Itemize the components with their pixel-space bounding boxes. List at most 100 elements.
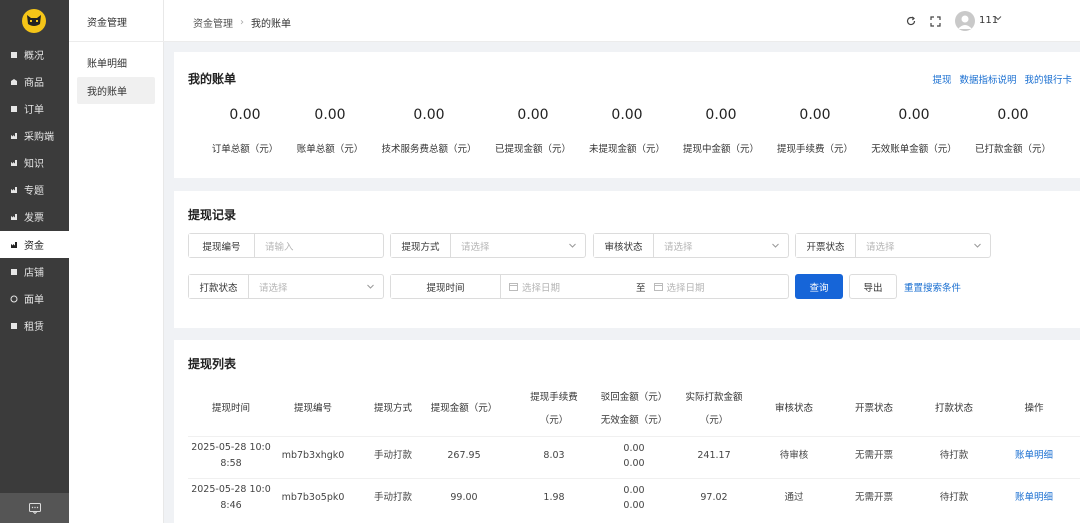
knowledge-icon — [10, 159, 18, 167]
sidebar-item-shop[interactable]: 店铺 — [0, 258, 69, 285]
column-header: 提现编号 — [293, 403, 332, 414]
sidebar-item-label: 专题 — [24, 186, 44, 197]
filter-label: 提现编号 — [189, 234, 255, 257]
subnav-title: 资金管理 — [87, 18, 127, 29]
table-cell: 8:46 — [220, 500, 242, 511]
column-header: 开票状态 — [854, 403, 893, 414]
table-cell: 2025-05-28 10:0 — [191, 442, 271, 453]
stat-value: 0.00 — [997, 107, 1029, 123]
cat-logo-icon — [27, 15, 41, 26]
chevron-down-icon[interactable] — [994, 14, 1002, 22]
sidebar-item-order[interactable]: 订单 — [0, 95, 69, 122]
breadcrumb-item[interactable]: 资金管理 — [193, 15, 233, 30]
sidebar-item-goods[interactable]: 商品 — [0, 68, 69, 95]
table-cell: 手动打款 — [373, 492, 412, 503]
table-cell: 8:58 — [220, 458, 242, 469]
column-header-subline: （元） — [699, 415, 729, 426]
filter-label: 提现方式 — [391, 234, 451, 257]
refresh-icon[interactable] — [906, 16, 916, 26]
calendar-icon — [509, 283, 518, 291]
main-sidebar: 概况商品订单 采购端 知识专题发票资金店铺面单 租赁 — [0, 0, 69, 523]
table-cell: 无需开票 — [854, 492, 893, 503]
table-cell: 99.00 — [450, 492, 478, 503]
table-cell: 241.17 — [697, 450, 731, 461]
subnav-item-my-bill[interactable]: 我的账单 — [77, 77, 155, 104]
topic-icon — [10, 186, 18, 194]
sidebar-item-knowledge[interactable]: 知识 — [0, 149, 69, 176]
stat-value: 0.00 — [611, 107, 643, 123]
secondary-sidebar: 资金管理 账单明细 我的账单 — [69, 0, 164, 523]
sidebar-item-waybill[interactable]: 面单 — [0, 285, 69, 312]
top-header: 资金管理 › 我的账单 111 — [164, 0, 1080, 42]
table-cell: 0.00 — [623, 500, 645, 511]
chevron-down-icon[interactable] — [771, 241, 780, 250]
stat-value: 0.00 — [314, 107, 346, 123]
start-date-input[interactable]: 选择日期 — [518, 280, 636, 294]
stat-value: 0.00 — [705, 107, 737, 123]
filter-label: 打款状态 — [189, 275, 249, 298]
app-logo[interactable] — [22, 9, 46, 33]
bill-detail-link[interactable]: 账单明细 — [994, 448, 1074, 464]
subnav-item-bill-detail[interactable]: 账单明细 — [77, 49, 155, 76]
export-button[interactable]: 导出 — [849, 274, 897, 299]
bill-detail-link[interactable]: 账单明细 — [994, 490, 1074, 506]
date-range-separator: 至 — [636, 282, 646, 294]
invoice-icon — [10, 213, 18, 221]
table-cell: 97.02 — [700, 492, 728, 503]
end-date-input[interactable]: 选择日期 — [663, 280, 788, 294]
withdraw-no-input[interactable]: 请输入 — [255, 239, 383, 253]
goods-icon — [10, 78, 18, 86]
overview-icon — [10, 51, 18, 59]
stat-label: 已打款金额（元） — [974, 144, 1051, 155]
table-cell: 待打款 — [939, 450, 969, 461]
review-status-select[interactable]: 请选择 — [654, 239, 771, 253]
calendar-icon — [653, 283, 663, 291]
sidebar-item-topic[interactable]: 专题 — [0, 176, 69, 203]
sidebar-item-purchase[interactable]: 采购端 — [0, 122, 69, 149]
sidebar-item-overview[interactable]: 概况 — [0, 41, 69, 68]
table-cell: 手动打款 — [373, 450, 412, 461]
subnav-item-label: 账单明细 — [87, 59, 127, 70]
purchase-icon — [10, 132, 18, 140]
feedback-button[interactable] — [0, 493, 69, 523]
column-header: 提现方式 — [373, 403, 412, 414]
stat-value: 0.00 — [517, 107, 549, 123]
invoice-status-select[interactable]: 请选择 — [856, 239, 973, 253]
funds-icon — [10, 241, 18, 249]
column-header: 提现金额（元） — [430, 403, 498, 414]
payment-status-select[interactable]: 请选择 — [249, 280, 366, 294]
reset-filters-link[interactable]: 重置搜索条件 — [904, 280, 961, 294]
sidebar-item-funds[interactable]: 资金 — [0, 231, 69, 258]
avatar[interactable] — [955, 11, 975, 31]
row-divider — [188, 436, 1080, 437]
withdraw-link[interactable]: 提现 — [932, 72, 951, 86]
my-bill-card: 我的账单 提现 数据指标说明 我的银行卡 0.00 订单总额（元） 0.00 账单总额… — [174, 52, 1080, 178]
sidebar-item-label: 店铺 — [24, 268, 44, 279]
waybill-icon — [10, 295, 18, 303]
metrics-help-link[interactable]: 数据指标说明 — [959, 72, 1016, 86]
sidebar-item-lease[interactable]: 租赁 — [0, 312, 69, 339]
chevron-down-icon[interactable] — [366, 282, 375, 291]
fullscreen-icon[interactable] — [930, 16, 941, 27]
sidebar-item-label: 商品 — [24, 78, 44, 89]
sidebar-item-label: 发票 — [24, 213, 44, 224]
chevron-down-icon[interactable] — [973, 241, 982, 250]
sidebar-item-invoice[interactable]: 发票 — [0, 203, 69, 230]
table-cell: 0.00 — [623, 485, 645, 496]
table-cell: 8.03 — [543, 450, 565, 461]
filter-label: 审核状态 — [594, 234, 654, 257]
stat-value: 0.00 — [799, 107, 831, 123]
query-button[interactable]: 查询 — [795, 274, 843, 299]
breadcrumb-current: 我的账单 — [251, 19, 291, 30]
withdraw-time-filter: 提现时间 选择日期 至 选择日期 — [390, 274, 789, 299]
withdraw-list-card: 提现列表 提现时间 提现编号 提现方式 提现金额（元） 提现手续费 （元） 驳回金额（元） 无… — [174, 340, 1080, 523]
withdraw-method-select[interactable]: 请选择 — [451, 239, 568, 253]
table-cell: 267.95 — [447, 450, 481, 461]
column-header-subline: （元） — [539, 415, 569, 426]
chevron-down-icon[interactable] — [568, 241, 577, 250]
bank-card-link[interactable]: 我的银行卡 — [1024, 72, 1072, 86]
subnav-item-label: 我的账单 — [87, 87, 127, 98]
shop-icon — [10, 268, 18, 276]
row-divider — [188, 478, 1080, 479]
column-header: 打款状态 — [934, 403, 973, 414]
